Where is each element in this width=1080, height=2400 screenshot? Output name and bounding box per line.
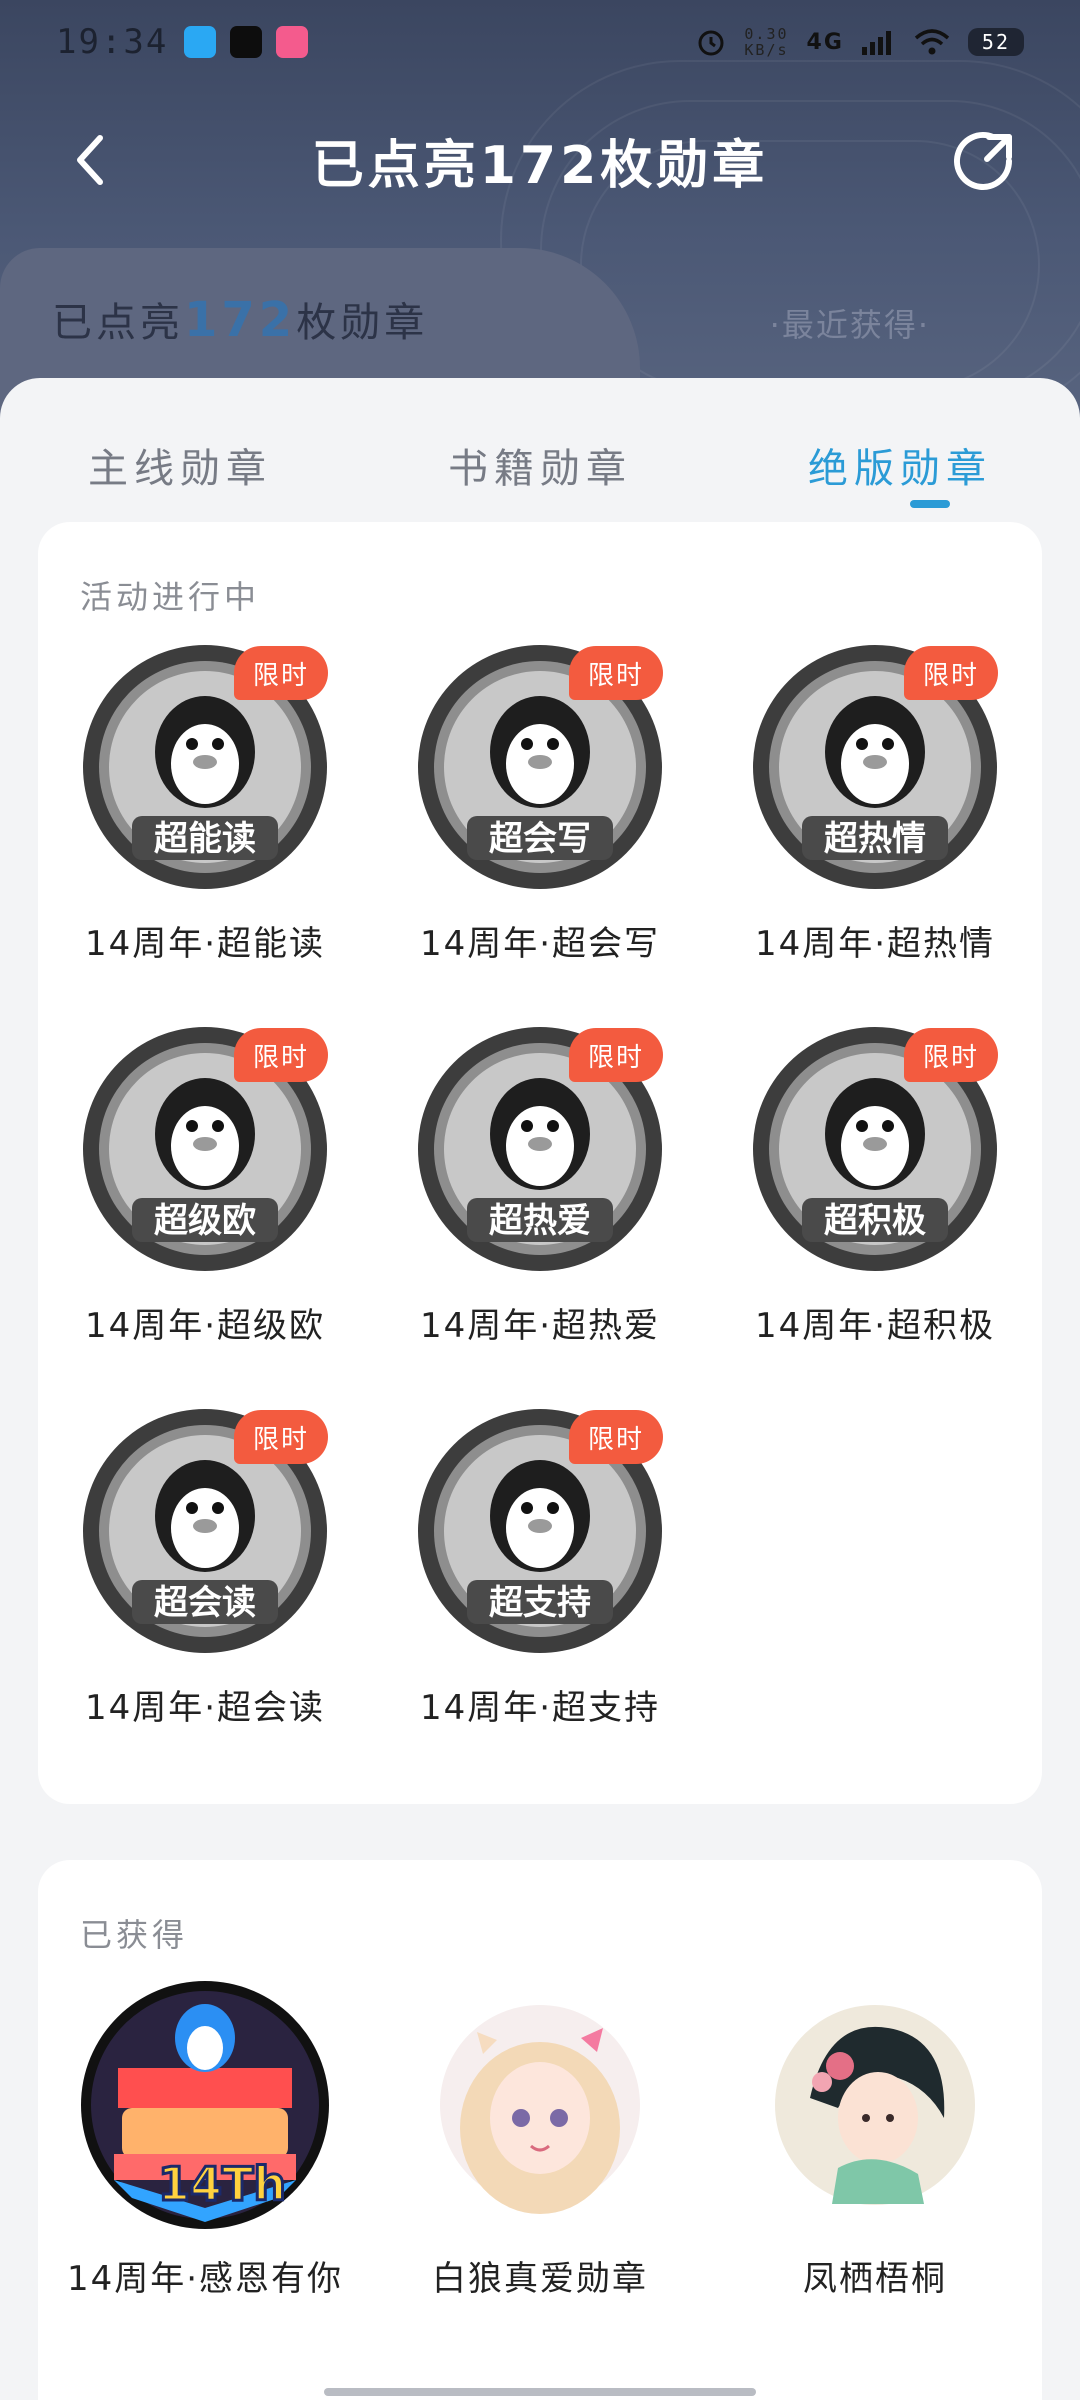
badge-art: 超会写 限时 (413, 640, 667, 894)
top-bar: 已点亮172枚勋章 (0, 110, 1080, 210)
home-indicator[interactable] (324, 2388, 756, 2396)
limited-time-tag: 限时 (234, 646, 328, 700)
limited-time-tag: 限时 (569, 646, 663, 700)
badge-art: 超积极 限时 (748, 1022, 1002, 1276)
status-time: 19:34 (56, 22, 169, 62)
limited-time-tag: 限时 (569, 1028, 663, 1082)
qq-app-icon (184, 26, 217, 58)
share-icon (954, 132, 1012, 190)
badge-name: 凤栖梧桐 (803, 2259, 947, 2299)
back-button[interactable] (60, 130, 120, 190)
tab-book-badges[interactable]: 书籍勋章 (360, 418, 720, 518)
badge-art-label: 超热爱 (489, 1201, 591, 1241)
limited-badge[interactable]: 超能读 限时 14周年·超能读 (38, 640, 372, 1022)
notification-icons (184, 26, 309, 58)
limited-badge[interactable]: 超积极 限时 14周年·超积极 (708, 1022, 1042, 1404)
badge-name: 14周年·超能读 (84, 924, 326, 964)
badge-name: 14周年·感恩有你 (66, 2259, 344, 2299)
badge-art: 超支持 限时 (413, 1404, 667, 1658)
limited-badge[interactable]: 超支持 限时 14周年·超支持 (373, 1404, 707, 1786)
badge-art: 超热情 限时 (748, 640, 1002, 894)
network-speed: 0.30 KB/s (744, 25, 789, 59)
badge-name: 14周年·超会写 (419, 924, 661, 964)
badge-art: 超会读 限时 (78, 1404, 332, 1658)
limited-badge[interactable]: 超会写 限时 14周年·超会写 (373, 640, 707, 1022)
limited-badge[interactable]: 超热情 限时 14周年·超热情 (708, 640, 1042, 1022)
page-title: 已点亮172枚勋章 (311, 135, 769, 196)
badge-art: 超级欧 限时 (78, 1022, 332, 1276)
battery-level: 52 (967, 28, 1024, 56)
badge-art: 超能读 限时 (78, 640, 332, 894)
badge-name: 14周年·超热情 (754, 924, 996, 964)
recent-badges-link[interactable]: ·最近获得· (770, 300, 930, 346)
status-bar: 19:34 0.30 KB/s 4G 52 (0, 0, 1080, 84)
badge-name: 14周年·超热爱 (419, 1306, 661, 1346)
acquired-badge[interactable]: 凤栖梧桐 (708, 1978, 1042, 2338)
badge-art-label: 超热情 (824, 819, 926, 859)
section-title: 活动进行中 (80, 578, 261, 616)
wifi-icon (914, 29, 950, 55)
anime-girl-badge-icon (440, 2005, 640, 2214)
badge-art-label: 超能读 (154, 819, 256, 859)
limited-time-tag: 限时 (234, 1028, 328, 1082)
badge-art-label: 超支持 (489, 1583, 591, 1623)
badge-art-label: 超会读 (154, 1583, 256, 1623)
share-button[interactable] (950, 126, 1020, 196)
badge-name: 14周年·超支持 (419, 1688, 661, 1728)
badge-art-label: 超积极 (824, 1201, 926, 1241)
signal-icon (861, 31, 891, 55)
badge-count: 已点亮172枚勋章 (52, 292, 429, 348)
limited-time-tag: 限时 (904, 646, 998, 700)
tiktok-app-icon (230, 26, 263, 58)
limited-time-tag: 限时 (904, 1028, 998, 1082)
tab-limited-badges[interactable]: 绝版勋章 (720, 418, 1080, 518)
alarm-icon (698, 30, 724, 56)
tab-active-indicator (910, 500, 950, 508)
section-title: 已获得 (80, 1916, 189, 1954)
badge-tabs: 主线勋章 书籍勋章 绝版勋章 (0, 418, 1080, 518)
badge-art-label: 超级欧 (154, 1201, 256, 1241)
bilibili-app-icon (276, 26, 309, 58)
limited-badge[interactable]: 超会读 限时 14周年·超会读 (38, 1404, 372, 1786)
badge-name: 14周年·超会读 (84, 1688, 326, 1728)
anniversary-cake-badge-icon: 14Th (81, 1981, 329, 2229)
badge-name: 白狼真爱勋章 (432, 2259, 648, 2299)
acquired-badge[interactable]: 白狼真爱勋章 (373, 1978, 707, 2338)
phoenix-girl-badge-icon (775, 2005, 975, 2205)
acquired-badges-card: 已获得 14Th 14周年·感恩有你 白狼真爱勋章 凤栖梧桐 (38, 1860, 1042, 2400)
acquired-badge[interactable]: 14Th 14周年·感恩有你 (38, 1978, 372, 2338)
limited-time-tag: 限时 (234, 1410, 328, 1464)
ongoing-badges-card: 活动进行中 超能读 限时 14周年·超能读 超会写 限时 14周年·超会写 超热情 限时 14周… (38, 522, 1042, 1804)
limited-badge[interactable]: 超热爱 限时 14周年·超热爱 (373, 1022, 707, 1404)
badge-name: 14周年·超级欧 (84, 1306, 326, 1346)
badge-art-label: 超会写 (489, 819, 591, 859)
chevron-left-icon (77, 135, 103, 185)
badge-name: 14周年·超积极 (754, 1306, 996, 1346)
svg-text:14Th: 14Th (158, 2157, 286, 2211)
limited-time-tag: 限时 (569, 1410, 663, 1464)
badge-art: 超热爱 限时 (413, 1022, 667, 1276)
network-type: 4G (806, 29, 844, 55)
limited-badge[interactable]: 超级欧 限时 14周年·超级欧 (38, 1022, 372, 1404)
tab-main-badges[interactable]: 主线勋章 (0, 418, 360, 518)
